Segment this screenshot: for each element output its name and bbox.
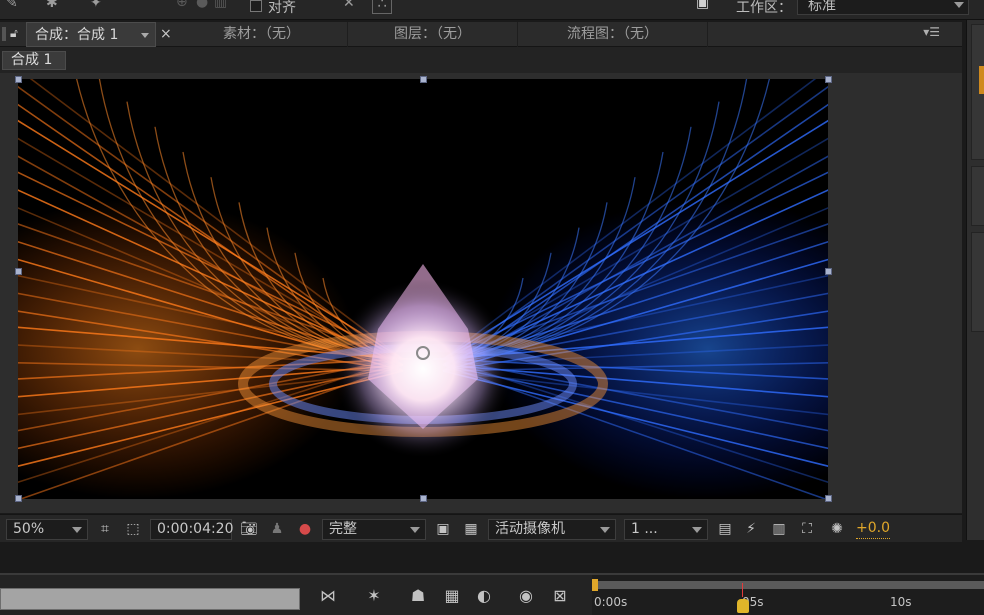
chevron-down-icon	[410, 527, 420, 533]
lock-icon[interactable]: 🔓︎	[10, 26, 18, 41]
frame-handle[interactable]	[420, 495, 427, 502]
comp-subtab[interactable]: 合成 1	[2, 51, 66, 70]
workspace-label: 工作区：	[736, 0, 792, 16]
toggle-pixel-aspect-icon[interactable]: ▤	[716, 521, 734, 537]
graph-editor-icon[interactable]: ◉	[514, 585, 538, 607]
panel-accent	[979, 66, 984, 94]
camera-view-select[interactable]: 活动摄像机	[488, 519, 616, 540]
chevron-down-icon	[72, 527, 82, 533]
color-channels-icon[interactable]: ●	[296, 521, 314, 537]
frame-handle[interactable]	[420, 76, 427, 83]
composition-navigator: 合成 1	[0, 47, 962, 73]
axis-world-icon[interactable]: ●	[196, 0, 208, 11]
comp-subtab-label: 合成 1	[11, 52, 53, 68]
tab-composition[interactable]: 合成：合成 1	[26, 22, 156, 47]
workspace-icon: ▣	[696, 0, 710, 11]
time-ruler[interactable]: 0:00s 05s 10s	[592, 575, 984, 615]
audio-panel-collapsed[interactable]	[971, 166, 984, 226]
fast-previews-icon[interactable]: ▣	[434, 521, 452, 537]
chevron-down-icon[interactable]	[141, 33, 149, 38]
frame-handle[interactable]	[15, 76, 22, 83]
viewer-controls: 50% ⌗ ⬚ 0:00:04:20 📷︎ ♟ ● 完整 ▣ ▦ 活动摄像机 1…	[0, 514, 962, 542]
tab-footage-label: 素材：（无）	[223, 26, 300, 42]
composition-frame[interactable]	[18, 79, 828, 499]
layer-search-input[interactable]	[0, 588, 300, 610]
draft-3d-icon[interactable]: ✶	[362, 585, 386, 607]
ruler-label: 0:00s	[594, 595, 628, 609]
frame-handle[interactable]	[825, 268, 832, 275]
panel-gap	[0, 543, 984, 573]
timeline-panel: ⋈ ✶ ☗ ▦ ◐ ◉ ⊠ 0:00s 05s 10s	[0, 573, 984, 615]
close-icon[interactable]: ×	[160, 22, 172, 46]
timeline-icon[interactable]: ▥	[770, 521, 788, 537]
tab-flowchart[interactable]: 流程图：（无）	[518, 22, 708, 47]
view-layout-value: 1 ...	[631, 521, 658, 537]
timecode-field[interactable]: 0:00:04:20	[150, 519, 234, 540]
shy-layers-icon[interactable]: ☗	[406, 585, 430, 607]
chevron-down-icon	[692, 527, 702, 533]
chevron-down-icon	[954, 2, 964, 8]
chevron-down-icon	[600, 527, 610, 533]
brainstorm-icon[interactable]: ⊠	[548, 585, 572, 607]
current-time-indicator[interactable]	[737, 599, 749, 613]
brush-icon[interactable]: ✎	[6, 0, 18, 12]
puppet-pin-icon[interactable]: ✱	[46, 0, 58, 12]
tab-composition-label: 合成：合成 1	[35, 27, 119, 43]
transparency-grid-icon[interactable]: ⬚	[124, 521, 142, 537]
region-of-interest-icon[interactable]: ⌗	[96, 521, 114, 537]
timecode-value: 0:00:04:20	[157, 521, 234, 537]
work-area-start-handle[interactable]	[592, 579, 598, 591]
pen-tool-icon[interactable]: ✦	[90, 0, 102, 12]
frame-handle[interactable]	[825, 495, 832, 502]
panel-tab-bar: 🔓︎ 合成：合成 1 × 素材：（无） 图层：（无） 流程图：（无） ▾☰	[0, 22, 962, 47]
snap-checkbox[interactable]	[250, 0, 262, 12]
axis-view-icon[interactable]: ▥	[214, 0, 227, 11]
exposure-reset-icon[interactable]: ✺	[828, 521, 846, 537]
magnification-value: 50%	[13, 521, 45, 537]
tab-flowchart-label: 流程图：（无）	[567, 26, 658, 42]
workspace-select[interactable]: 标准	[797, 0, 969, 15]
composition-mini-flowchart-icon[interactable]: ⋈	[316, 585, 340, 607]
tab-layer-label: 图层：（无）	[394, 26, 471, 42]
motion-blur-icon[interactable]: ◐	[472, 585, 496, 607]
camera-icon[interactable]: 📷︎	[240, 521, 258, 537]
snap-options-icon[interactable]: ✕	[343, 0, 355, 12]
flowchart-icon[interactable]: ⛶	[798, 521, 816, 537]
frame-blending-icon[interactable]: ▦	[440, 585, 464, 607]
resolution-select[interactable]: 完整	[322, 519, 426, 540]
tab-footage[interactable]: 素材：（无）	[176, 22, 348, 47]
show-snapshot-icon[interactable]: ♟	[268, 521, 286, 537]
frame-handle[interactable]	[15, 495, 22, 502]
frame-handle[interactable]	[825, 76, 832, 83]
resolution-value: 完整	[329, 521, 357, 537]
light-rays-artwork	[18, 79, 828, 499]
axis-local-icon[interactable]: ⊕	[176, 0, 188, 11]
workspace-value: 标准	[808, 0, 836, 14]
preview-panel-collapsed[interactable]	[971, 232, 984, 332]
camera-view-value: 活动摄像机	[495, 521, 565, 537]
panel-grip[interactable]	[2, 27, 6, 41]
fast-draft-icon[interactable]: ⚡	[742, 521, 760, 537]
tab-layer[interactable]: 图层：（无）	[348, 22, 518, 47]
magnet-icon[interactable]: ∴	[372, 0, 392, 14]
right-panel-strip	[966, 20, 984, 540]
view-layout-select[interactable]: 1 ...	[624, 519, 708, 540]
ruler-label: 10s	[890, 595, 912, 609]
magnification-select[interactable]: 50%	[6, 519, 88, 540]
panel-menu-icon[interactable]: ▾☰	[923, 25, 940, 39]
composition-viewer[interactable]	[0, 73, 962, 513]
exposure-value[interactable]: +0.0	[856, 519, 890, 539]
current-time-indicator-line	[742, 583, 743, 597]
top-toolbar: ✎ ✱ ✦ ⊕ ● ▥ 对齐 ✕ ∴ ▣ 工作区： 标准	[0, 0, 984, 20]
frame-handle[interactable]	[15, 268, 22, 275]
toggle-grid-icon[interactable]: ▦	[462, 521, 480, 537]
work-area-bar[interactable]	[598, 581, 984, 589]
snap-label: 对齐	[268, 0, 296, 16]
